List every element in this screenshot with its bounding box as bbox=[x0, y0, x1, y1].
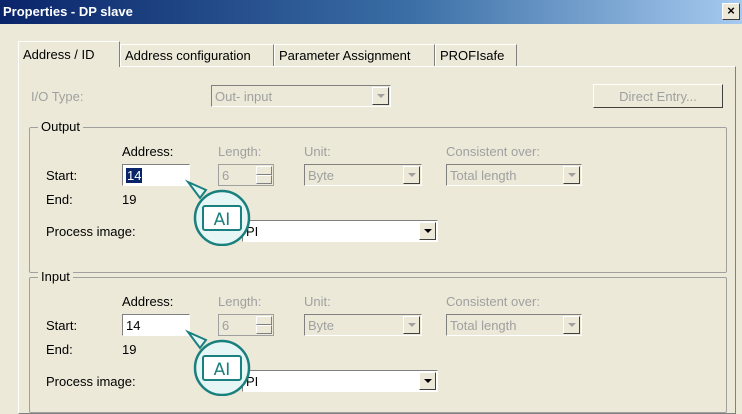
tab-label: Address configuration bbox=[125, 48, 251, 63]
chevron-down-icon bbox=[403, 166, 420, 184]
input-unit-value: Byte bbox=[308, 318, 335, 333]
address-header: Address: bbox=[122, 294, 174, 309]
process-image-label: Process image: bbox=[46, 224, 136, 239]
spin-up-icon bbox=[256, 316, 272, 325]
io-type-select: Out- input bbox=[211, 85, 391, 107]
input-consistent-select: Total length bbox=[446, 314, 582, 336]
output-group-title: Output bbox=[38, 119, 84, 134]
svg-text:AI: AI bbox=[214, 210, 231, 230]
chevron-down-icon[interactable] bbox=[419, 372, 436, 390]
title-bar: Properties - DP slave × bbox=[0, 0, 742, 24]
chevron-down-icon bbox=[563, 316, 580, 334]
tab-parameter-assignment[interactable]: Parameter Assignment bbox=[274, 44, 435, 66]
unit-header: Unit: bbox=[304, 294, 331, 309]
tab-address-configuration[interactable]: Address configuration bbox=[120, 44, 274, 66]
tab-panel-address-id: I/O Type: Out- input Direct Entry... Out… bbox=[18, 66, 736, 414]
output-consistent-select: Total length bbox=[446, 164, 582, 186]
svg-text:AI: AI bbox=[214, 360, 231, 380]
chevron-down-icon[interactable] bbox=[419, 222, 436, 240]
chevron-down-icon bbox=[372, 87, 389, 105]
chevron-down-icon bbox=[563, 166, 580, 184]
io-type-value: Out- input bbox=[215, 89, 273, 104]
end-label: End: bbox=[46, 342, 73, 357]
tab-label: Address / ID bbox=[23, 47, 95, 62]
input-start-address-value: 14 bbox=[126, 318, 141, 333]
chevron-down-icon bbox=[403, 316, 420, 334]
end-label: End: bbox=[46, 192, 73, 207]
text-cursor-icon: AI bbox=[184, 329, 251, 396]
consistent-over-header: Consistent over: bbox=[446, 144, 540, 159]
start-label: Start: bbox=[46, 318, 78, 333]
output-unit-select: Byte bbox=[304, 164, 422, 186]
tab-label: PROFIsafe bbox=[440, 48, 505, 63]
start-label: Start: bbox=[46, 168, 78, 183]
unit-header: Unit: bbox=[304, 144, 331, 159]
address-header: Address: bbox=[122, 144, 174, 159]
output-unit-value: Byte bbox=[308, 168, 335, 183]
input-end-value: 19 bbox=[122, 342, 137, 357]
input-group: Input Address: Length: Unit: Consistent … bbox=[29, 269, 727, 413]
dialog-body: Address / ID Address configuration Param… bbox=[0, 24, 742, 414]
consistent-over-header: Consistent over: bbox=[446, 294, 540, 309]
input-process-image-select[interactable]: PI bbox=[242, 370, 438, 392]
tab-label: Parameter Assignment bbox=[279, 48, 411, 63]
text-cursor-icon: AI bbox=[184, 179, 251, 246]
window-title: Properties - DP slave bbox=[3, 4, 133, 19]
spin-up-icon bbox=[256, 166, 272, 175]
tab-profisafe[interactable]: PROFIsafe bbox=[435, 44, 517, 66]
direct-entry-button: Direct Entry... bbox=[593, 84, 723, 108]
input-consistent-value: Total length bbox=[450, 318, 517, 333]
length-header: Length: bbox=[218, 294, 262, 309]
input-unit-select: Byte bbox=[304, 314, 422, 336]
io-type-label: I/O Type: bbox=[31, 89, 84, 104]
input-group-title: Input bbox=[38, 269, 73, 284]
output-process-image-select[interactable]: PI bbox=[242, 220, 438, 242]
output-end-value: 19 bbox=[122, 192, 137, 207]
output-start-address-value: 14 bbox=[126, 168, 143, 183]
length-header: Length: bbox=[218, 144, 262, 159]
output-group: Output Address: Length: Unit: Consistent… bbox=[29, 119, 727, 273]
close-button[interactable]: × bbox=[722, 3, 740, 20]
process-image-label: Process image: bbox=[46, 374, 136, 389]
output-consistent-value: Total length bbox=[450, 168, 517, 183]
tab-address-id[interactable]: Address / ID bbox=[18, 41, 120, 67]
